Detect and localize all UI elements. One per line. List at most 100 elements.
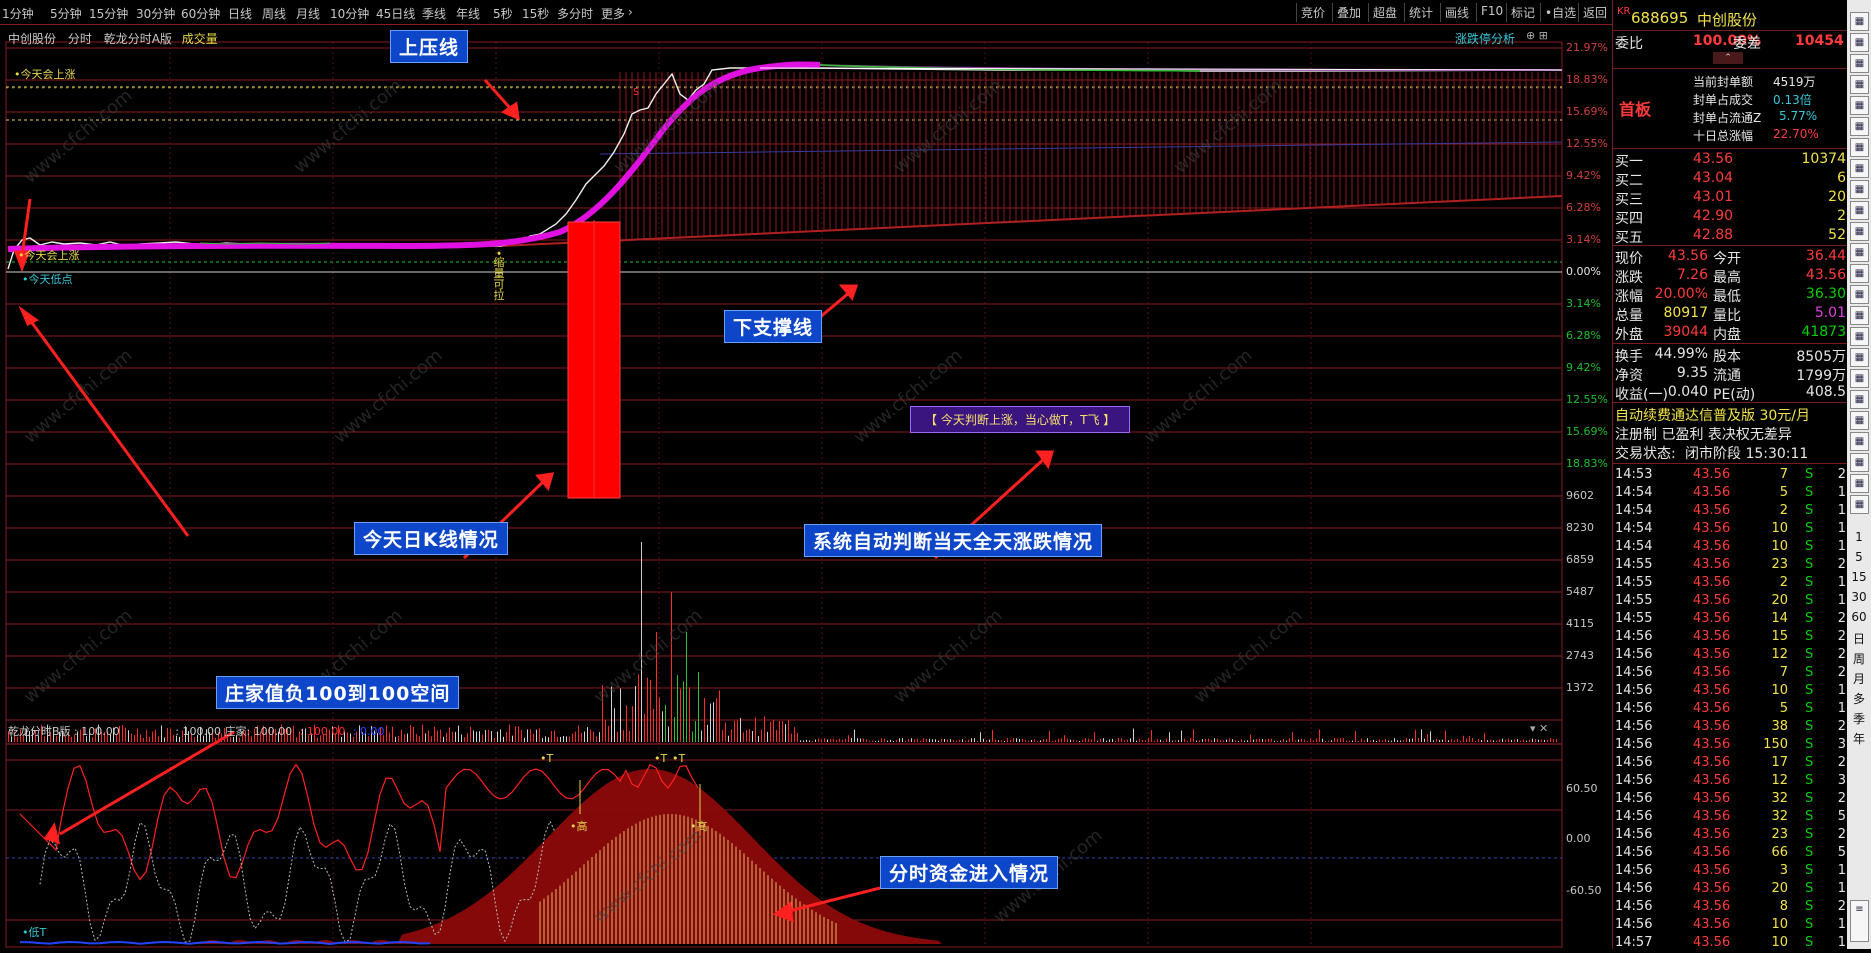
side-tool-icon[interactable]: ▦ <box>1850 54 1869 73</box>
period-quarter[interactable]: 季线 <box>422 5 446 22</box>
period-15sec[interactable]: 15秒 <box>522 5 549 22</box>
side-period-item[interactable]: 1 <box>1851 530 1867 544</box>
period-30min[interactable]: 30分钟 <box>136 5 175 22</box>
side-tool-icon[interactable]: ▦ <box>1850 222 1869 241</box>
indicator-val: : 100.00 <box>299 725 346 738</box>
period-1min[interactable]: 1分钟 <box>2 5 34 22</box>
tick-row: 14:56 43.56 15 S 2 <box>1613 629 1848 647</box>
side-tool-icon[interactable]: ▦ <box>1850 390 1869 409</box>
period-5sec[interactable]: 5秒 <box>493 5 513 22</box>
side-tool-icon[interactable]: ▦ <box>1850 369 1869 388</box>
volume-bar <box>587 727 588 742</box>
limit-analysis-button[interactable]: 涨跌停分析 <box>1455 30 1515 47</box>
tick-time: 14:56 <box>1615 863 1653 878</box>
period-5min[interactable]: 5分钟 <box>50 5 82 22</box>
seal-value: 5.77% <box>1779 109 1818 123</box>
collapse-icon[interactable]: ⌃ <box>1713 52 1743 64</box>
ad-line[interactable]: 自动续费通达信普及版 30元/月 <box>1615 405 1810 425</box>
tick-count: 1 <box>1837 575 1846 590</box>
period-45day[interactable]: 45日线 <box>376 5 415 22</box>
stats-button[interactable]: 统计 <box>1404 3 1437 22</box>
intraday-chart[interactable]: www.cfchi.com www.cfchi.com www.cfchi.co… <box>0 24 1612 949</box>
overlay-button[interactable]: 叠加 <box>1332 3 1365 22</box>
volume-bar <box>1325 740 1326 742</box>
super-button[interactable]: 超盘 <box>1368 3 1401 22</box>
side-tool-icon[interactable]: ▦ <box>1850 348 1869 367</box>
side-tool-icon[interactable]: ▦ <box>1850 327 1869 346</box>
period-multi[interactable]: 多分时 <box>557 5 593 22</box>
tick-count: 1 <box>1837 593 1846 608</box>
side-tool-icon[interactable]: ▦ <box>1850 33 1869 52</box>
period-10min[interactable]: 10分钟 <box>330 5 369 22</box>
side-period-item[interactable]: 日 <box>1851 630 1867 647</box>
side-period-item[interactable]: 周 <box>1851 650 1867 667</box>
side-tool-icon[interactable]: ▦ <box>1850 117 1869 136</box>
side-period-item[interactable]: 季 <box>1851 710 1867 727</box>
axis-pct: 12.55% <box>1566 393 1608 406</box>
tab-intraday[interactable]: 分时 <box>68 32 92 46</box>
volume-bar <box>953 740 954 742</box>
side-period-item[interactable]: 15 <box>1851 570 1867 584</box>
close-icon[interactable]: ▾ ✕ <box>1530 722 1548 735</box>
f10-button[interactable]: F10 <box>1476 3 1507 22</box>
chevron-right-icon[interactable]: › <box>628 5 633 19</box>
side-tool-icon[interactable]: ▦ <box>1850 264 1869 283</box>
draw-line-button[interactable]: 画线 <box>1440 3 1473 22</box>
side-period-item[interactable]: 月 <box>1851 670 1867 687</box>
axis-pct: 3.14% <box>1566 297 1601 310</box>
side-period-item[interactable]: 30 <box>1851 590 1867 604</box>
period-week[interactable]: 周线 <box>262 5 286 22</box>
side-period-item[interactable]: 多 <box>1851 690 1867 707</box>
side-tool-icon[interactable]: ▦ <box>1850 243 1869 262</box>
formula-name[interactable]: 乾龙分时A版 <box>104 32 172 46</box>
volume-bar <box>977 740 978 742</box>
side-tool-icon[interactable]: ▦ <box>1850 201 1869 220</box>
volume-bar <box>1544 739 1545 742</box>
side-tool-icon[interactable]: ▦ <box>1850 138 1869 157</box>
side-tool-icon[interactable]: ▦ <box>1850 453 1869 472</box>
scrollbar[interactable]: ≡ <box>1850 900 1869 942</box>
side-tool-icon[interactable]: ▦ <box>1850 432 1869 451</box>
volume-bar <box>1295 740 1296 742</box>
tick-count: 1 <box>1837 935 1846 950</box>
volume-bar <box>737 720 738 742</box>
side-tool-icon[interactable]: ▦ <box>1850 495 1869 514</box>
side-tool-icon[interactable]: ▦ <box>1850 306 1869 325</box>
indicator-name[interactable]: 乾龙分时B版 : 100.00 <box>8 725 120 738</box>
side-tool-icon[interactable]: ▦ <box>1850 75 1869 94</box>
side-period-item[interactable]: 5 <box>1851 550 1867 564</box>
tick-time: 14:55 <box>1615 611 1653 626</box>
volume-bar <box>428 730 429 742</box>
mark-button[interactable]: 标记 <box>1506 3 1539 22</box>
axis-pct: 15.69% <box>1566 425 1608 438</box>
auction-button[interactable]: 竞价 <box>1296 3 1329 22</box>
volume-bar <box>1469 735 1470 742</box>
tick-price: 43.56 <box>1693 755 1731 770</box>
side-period-item[interactable]: 年 <box>1851 730 1867 747</box>
side-tool-icon[interactable]: ▦ <box>1850 159 1869 178</box>
side-tool-icon[interactable]: ▦ <box>1850 96 1869 115</box>
period-15min[interactable]: 15分钟 <box>89 5 128 22</box>
period-day[interactable]: 日线 <box>228 5 252 22</box>
tick-side: S <box>1805 899 1814 914</box>
axis-vol: 2743 <box>1566 649 1594 662</box>
volume-bar <box>1367 738 1368 742</box>
volume-bar <box>485 730 486 742</box>
side-tool-icon[interactable]: ▦ <box>1850 474 1869 493</box>
watchlist-button[interactable]: •自选 <box>1540 3 1580 22</box>
tick-count: 1 <box>1837 503 1846 518</box>
period-60min[interactable]: 60分钟 <box>181 5 220 22</box>
side-period-item[interactable]: 60 <box>1851 610 1867 624</box>
tick-volume: 23 <box>1771 557 1788 572</box>
side-tool-icon[interactable]: ▦ <box>1850 411 1869 430</box>
back-button[interactable]: 返回 <box>1578 3 1611 22</box>
volume-bar <box>530 729 531 742</box>
zoom-icons[interactable]: ⊕ ⊞ <box>1526 29 1548 42</box>
period-month[interactable]: 月线 <box>296 5 320 22</box>
period-more[interactable]: 更多 <box>601 5 625 22</box>
side-tool-icon[interactable]: ▦ <box>1850 180 1869 199</box>
volume-bar <box>569 736 570 742</box>
side-tool-icon[interactable]: ▦ <box>1850 12 1869 31</box>
side-tool-icon[interactable]: ▦ <box>1850 285 1869 304</box>
period-year[interactable]: 年线 <box>456 5 480 22</box>
